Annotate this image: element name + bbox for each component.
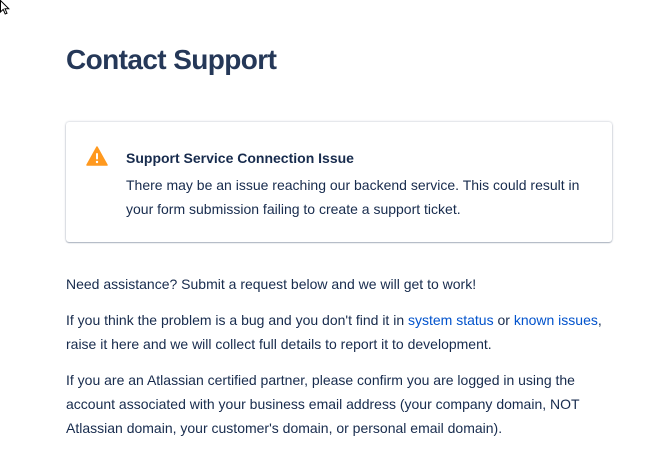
intro-paragraph: Need assistance? Submit a request below … xyxy=(66,276,477,292)
mouse-cursor-icon xyxy=(0,0,10,15)
page-title: Contact Support xyxy=(66,44,277,75)
alert-message: There may be an issue reaching our backe… xyxy=(126,177,580,217)
known-issues-link[interactable]: known issues xyxy=(514,312,598,328)
warning-icon xyxy=(86,146,108,166)
bug-report-text-start: If you think the problem is a bug and yo… xyxy=(66,312,408,328)
system-status-link[interactable]: system status xyxy=(408,312,494,328)
bug-report-text-or: or xyxy=(493,312,514,328)
warning-alert: Support Service Connection Issue There m… xyxy=(66,122,612,242)
partner-paragraph: If you are an Atlassian certified partne… xyxy=(66,372,580,436)
bug-report-paragraph: If you think the problem is a bug and yo… xyxy=(66,308,612,356)
alert-title: Support Service Connection Issue xyxy=(126,150,354,166)
